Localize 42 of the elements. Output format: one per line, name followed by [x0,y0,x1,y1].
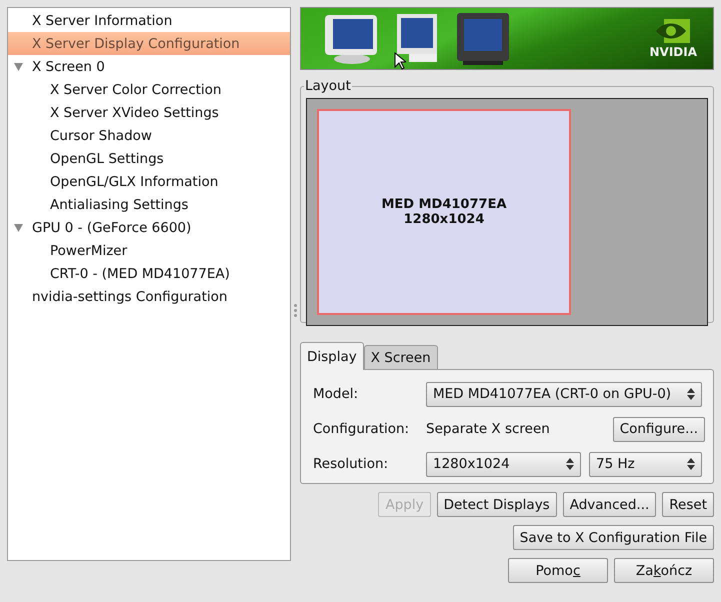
tree-item[interactable]: GPU 0 - (GeForce 6600) [8,216,290,239]
tree-item[interactable]: X Server Display Configuration [8,32,290,55]
model-dropdown[interactable]: MED MD41077EA (CRT-0 on GPU-0) [426,382,702,406]
action-button[interactable]: Advanced... [562,492,656,517]
action-button[interactable]: Detect Displays [436,492,557,517]
resolution-dropdown[interactable]: 1280x1024 [426,452,581,476]
configure-button[interactable]: Configure... [612,416,705,442]
configuration-value: Separate X screen [426,421,551,437]
spin-arrows-icon [687,458,695,470]
dialog-button[interactable]: Pomoc [508,558,608,583]
display-block[interactable]: MED MD41077EA 1280x1024 [317,109,571,315]
tree-item[interactable]: OpenGL/GLX Information [8,170,290,193]
tree-item[interactable]: X Server XVideo Settings [8,101,290,124]
tree-item[interactable]: Cursor Shadow [8,124,290,147]
field-label: Resolution: [313,456,390,472]
field-label: Model: [313,386,360,402]
tree-item[interactable]: X Screen 0 [8,55,290,78]
tab[interactable]: Display [300,342,364,370]
tree-item[interactable]: CRT-0 - (MED MD41077EA) [8,262,290,285]
tree-item[interactable]: PowerMizer [8,239,290,262]
tree-item[interactable]: nvidia-settings Configuration [8,285,290,308]
logo-text: NVIDIA [649,44,697,58]
dialog-button[interactable]: Zakończ [614,558,714,583]
field-label: Configuration: [313,421,410,437]
expander-icon[interactable] [14,62,23,70]
cursor-icon [394,52,406,70]
tree-item[interactable]: X Server Information [8,9,290,32]
tree-item[interactable]: X Server Color Correction [8,78,290,101]
display-resolution: 1280x1024 [404,212,484,227]
frame-title: Layout [304,78,352,94]
save-button[interactable]: Save to X Configuration File [512,525,714,550]
monitor-icon [455,10,511,66]
spin-arrows-icon [566,458,574,470]
tree-item[interactable]: Antialiasing Settings [8,193,290,216]
refresh-rate-dropdown[interactable]: 75 Hz [589,452,702,476]
tab[interactable]: X Screen [364,345,438,369]
action-button[interactable]: Reset [662,492,714,517]
display-name: MED MD41077EA [381,197,507,212]
tree-item[interactable]: OpenGL Settings [8,147,290,170]
spin-arrows-icon [687,388,695,400]
eye-logo-icon [656,18,690,42]
expander-icon[interactable] [14,224,23,232]
